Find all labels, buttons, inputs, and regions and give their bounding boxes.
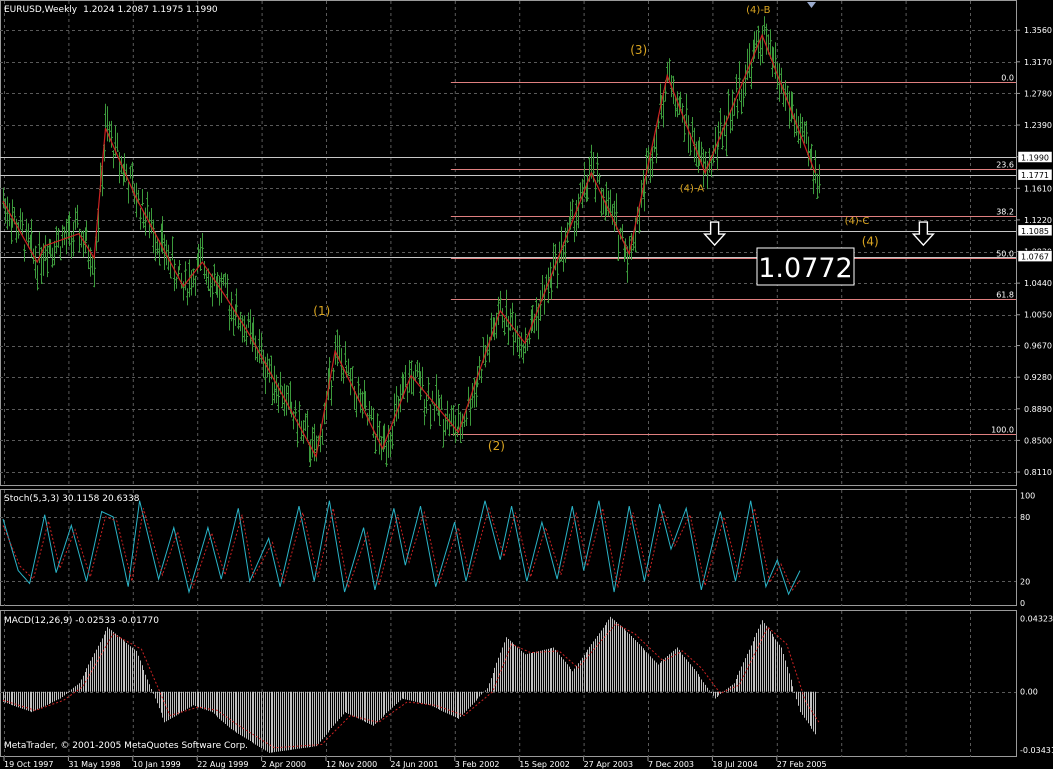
wave-label: (1) [313,304,330,318]
y-tick-label: 0.8890 [1024,405,1052,414]
fib-level-label: 38.2 [996,208,1014,217]
price-box-label: 1.1771 [1021,171,1049,180]
y-tick-label: 1.0440 [1024,279,1052,288]
macd-title: MACD(12,26,9) -0.02533 -0.01770 [4,616,159,626]
wave-label: (4) [862,235,879,249]
y-tick-label: 1.3560 [1024,26,1052,35]
x-tick-label: 27 Apr 2003 [584,760,633,769]
wave-label: (3) [630,43,647,57]
y-tick-label: 1.1610 [1024,184,1052,193]
x-tick-label: 27 Feb 2005 [777,760,827,769]
price-box-label: 1.1990 [1021,154,1049,163]
fib-level-label: 0.0 [1001,74,1014,83]
x-tick-label: 22 Aug 1999 [197,760,248,769]
x-tick-label: 18 Jul 2004 [712,760,757,769]
y-tick-label: 1.2780 [1024,89,1052,98]
y-tick-label: 1.2390 [1024,121,1052,130]
y-tick-label: 1.1220 [1024,216,1052,225]
fib-level-label: 100.0 [991,426,1014,435]
y-tick-label: 0.8110 [1024,468,1052,477]
fib-level-label: 61.8 [996,291,1014,300]
fib-level-label: 50.0 [996,250,1014,259]
y-tick-label: 1.3170 [1024,58,1052,67]
copyright-text: MetaTrader, © 2001-2005 MetaQuotes Softw… [4,741,248,751]
fib-level-label: 23.6 [996,161,1014,170]
x-tick-label: 3 Feb 2002 [455,760,500,769]
wave-label: (4)-C [845,216,870,227]
x-tick-label: 7 Dec 2003 [648,760,694,769]
stoch-y-tick-label: 80 [1020,513,1030,522]
y-tick-label: 0.9280 [1024,373,1052,382]
price-box-label: 1.0767 [1021,253,1049,262]
macd-y-tick-label: -0.03431 [1020,746,1053,755]
price-box-label: 1.1085 [1021,227,1049,236]
stoch-y-tick-label: 0 [1020,599,1025,608]
stoch-y-tick-label: 20 [1020,577,1030,586]
x-tick-label: 24 Jun 2001 [390,760,438,769]
macd-y-tick-label: 0.04323 [1020,614,1053,623]
wave-label: (2) [488,439,505,453]
chart-canvas: 0.0 23.6 38.2 50.0 61.8 100.0 (1) (2) (3) (4)-B (… [0,0,1053,769]
macd-y-tick-label: 0.00 [1020,688,1038,697]
wave-label: (4)-A [680,184,705,195]
chart-background [0,0,1053,769]
x-tick-label: 31 May 1998 [68,760,120,769]
x-tick-label: 2 Apr 2000 [262,760,306,769]
window-title: EURUSD,Weekly 1.2024 1.2087 1.1975 1.1990 [4,5,218,15]
target-price-label: 1.0772 [758,253,852,284]
x-tick-label: 19 Oct 1997 [4,760,53,769]
stoch-y-tick-label: 100 [1020,491,1035,500]
stoch-title: Stoch(5,3,3) 30.1158 20.6338 [4,494,140,504]
y-tick-label: 0.9670 [1024,342,1052,351]
target-box: 1.0772 [756,247,855,286]
x-tick-label: 12 Nov 2000 [326,760,377,769]
x-tick-label: 15 Sep 2002 [519,760,570,769]
y-tick-label: 0.8500 [1024,436,1052,445]
wave-label: (4)-B [746,5,770,16]
y-tick-label: 1.0050 [1024,311,1052,320]
x-tick-label: 10 Jan 1999 [133,760,181,769]
